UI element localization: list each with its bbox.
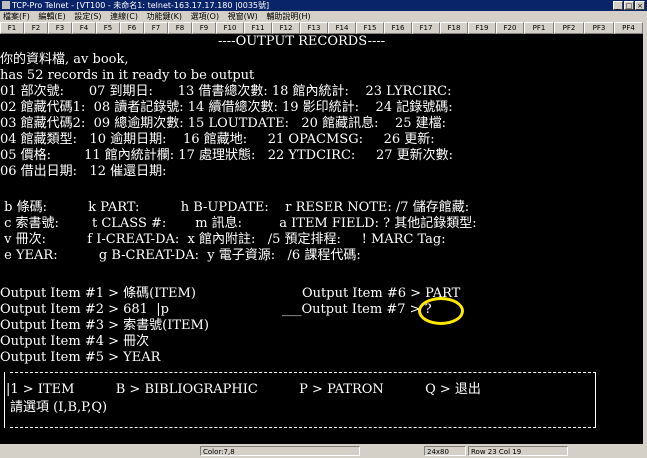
terminal-line: 06 借出日期: 12 催還日期:	[0, 164, 167, 179]
output-item-1: Output Item #1 > 條碼(ITEM)	[0, 286, 196, 301]
box-right-border	[595, 372, 596, 428]
status-bar: Color:7,8 24x80 Row 23 Col 19	[0, 444, 647, 458]
fkey-f9[interactable]: F9	[192, 22, 216, 34]
terminal-screen[interactable]: ----OUTPUT RECORDS---- 你的資料檔, av book, h…	[0, 34, 643, 444]
fkey-f11[interactable]: F11	[244, 22, 272, 34]
menu-file[interactable]: 檔案(F)	[3, 12, 30, 21]
vertical-scrollbar[interactable]	[643, 34, 647, 444]
terminal-line: 03 館藏代碼2: 09 總逾期次數: 15 LOUTDATE: 20 館藏訊息…	[0, 116, 447, 131]
terminal-line: v 冊次: f I-CREAT-DA: x 館內附註: /5 預定排程: ! M…	[0, 232, 446, 247]
menu-connect[interactable]: 連線(C)	[110, 12, 138, 21]
menu-help[interactable]: 輔助說明(H)	[266, 12, 310, 21]
terminal-line: 05 價格: 11 館內統計欄: 17 處理狀態: 22 YTDCIRC: 27…	[0, 148, 454, 163]
status-size: 24x80	[424, 446, 466, 456]
fkey-f1[interactable]: F1	[0, 22, 24, 34]
box-left-border	[4, 372, 5, 428]
terminal-line: b 條碼: k PART: h B-UPDATE: r RESER NOTE: …	[0, 200, 470, 215]
menu-bar: 檔案(F) 編輯(E) 設定(S) 連線(C) 功能鍵(K) 選項(O) 視窗(…	[0, 11, 647, 22]
close-button[interactable]: ×	[635, 1, 645, 10]
terminal-line: e YEAR: g B-CREAT-DA: y 電子資源: /6 課程代碼:	[0, 248, 361, 263]
menu-window[interactable]: 視窗(W)	[228, 12, 258, 21]
fkey-f3[interactable]: F3	[48, 22, 72, 34]
output-item-7: ___Output Item #7 > ?	[282, 302, 432, 317]
menu-options[interactable]: 選項(O)	[191, 12, 220, 21]
box-top-border	[10, 372, 596, 373]
menu-prompt: 請選項 (I,B,P,Q)	[10, 400, 108, 415]
terminal-line: 你的資料檔, av book,	[0, 52, 129, 67]
fkey-f17[interactable]: F17	[412, 22, 440, 34]
output-item-5: Output Item #5 > YEAR	[0, 350, 161, 365]
terminal-line: has 52 records in it ready to be output	[0, 68, 255, 83]
fkey-f13[interactable]: F13	[300, 22, 328, 34]
fkey-f10[interactable]: F10	[216, 22, 244, 34]
fkey-f18[interactable]: F18	[440, 22, 468, 34]
terminal-line: c 索書號: t CLASS #: m 訊息: a ITEM FIELD: ? …	[0, 216, 477, 231]
terminal-line: 01 部次號: 07 到期日: 13 借書總次數: 18 館內統計: 23 LY…	[0, 84, 452, 99]
screen-header: ----OUTPUT RECORDS----	[218, 34, 386, 49]
fkey-pf1[interactable]: PF1	[524, 22, 554, 34]
fkey-f4[interactable]: F4	[72, 22, 96, 34]
fkey-f7[interactable]: F7	[144, 22, 168, 34]
fkey-f14[interactable]: F14	[328, 22, 356, 34]
menu-edit[interactable]: 編輯(E)	[38, 12, 65, 21]
window-controls: _ □ ×	[613, 1, 645, 10]
fkey-f19[interactable]: F19	[468, 22, 496, 34]
function-key-bar: F1 F2 F3 F4 F5 F6 F7 F8 F9 F10 F11 F12 F…	[0, 22, 647, 34]
highlight-circle	[418, 297, 464, 325]
title-bar: TCP-Pro Telnet - [VT100 - 未命名1: telnet-1…	[0, 0, 647, 11]
menu-function-keys[interactable]: 功能鍵(K)	[146, 12, 182, 21]
menu-settings[interactable]: 設定(S)	[74, 12, 101, 21]
fkey-f5[interactable]: F5	[96, 22, 120, 34]
fkey-pf4[interactable]: PF4	[614, 22, 643, 34]
menu-options-line: |1 > ITEM B > BIBLIOGRAPHIC P > PATRON Q…	[6, 382, 481, 397]
app-icon	[2, 1, 10, 9]
status-color: Color:7,8	[200, 446, 360, 456]
fkey-pf3[interactable]: PF3	[584, 22, 614, 34]
menu-box: |1 > ITEM B > BIBLIOGRAPHIC P > PATRON Q…	[4, 372, 596, 428]
fkey-f12[interactable]: F12	[272, 22, 300, 34]
minimize-button[interactable]: _	[613, 1, 623, 10]
window-title: TCP-Pro Telnet - [VT100 - 未命名1: telnet-1…	[12, 1, 270, 10]
fkey-f20[interactable]: F20	[496, 22, 524, 34]
fkey-f2[interactable]: F2	[24, 22, 48, 34]
fkey-f8[interactable]: F8	[168, 22, 192, 34]
fkey-f16[interactable]: F16	[384, 22, 412, 34]
status-cursor-position: Row 23 Col 19	[468, 446, 568, 456]
fkey-f15[interactable]: F15	[356, 22, 384, 34]
output-item-3: Output Item #3 > 索書號(ITEM)	[0, 318, 209, 333]
output-item-2: Output Item #2 > 681 |p	[0, 302, 169, 317]
fkey-pf2[interactable]: PF2	[554, 22, 584, 34]
terminal-line: 02 館藏代碼1: 08 讀者記錄號: 14 續借總次數: 19 影印統計: 2…	[0, 100, 453, 115]
fkey-f6[interactable]: F6	[120, 22, 144, 34]
box-bottom-border	[10, 427, 596, 428]
terminal-line: 04 館藏類型: 10 逾期日期: 16 館藏地: 21 OPACMSG: 26…	[0, 132, 435, 147]
output-item-4: Output Item #4 > 冊次	[0, 334, 150, 349]
maximize-button[interactable]: □	[624, 1, 634, 10]
